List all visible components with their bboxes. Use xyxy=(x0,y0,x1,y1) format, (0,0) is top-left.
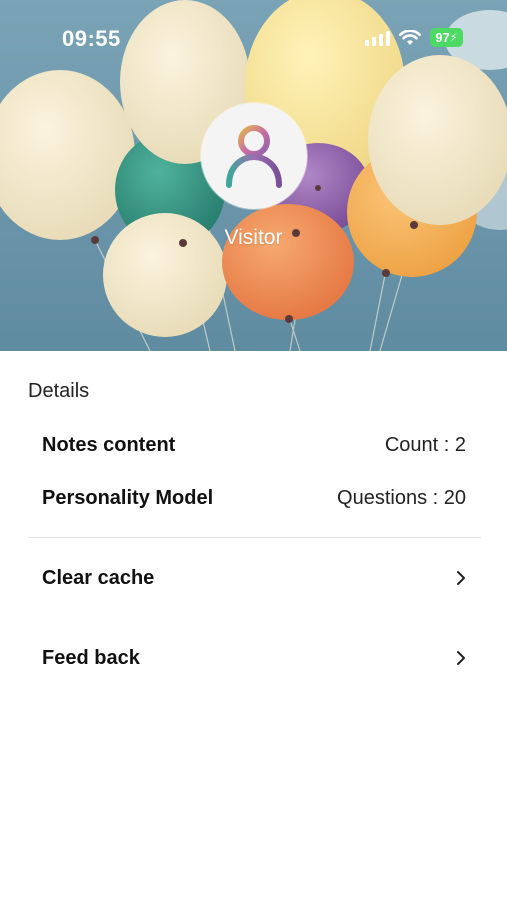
wifi-icon xyxy=(399,29,421,45)
status-bar: 09:55 97 ⚡ xyxy=(0,0,507,70)
detail-value: Count : 2 xyxy=(384,433,466,456)
detail-value: Questions : 20 xyxy=(337,486,466,509)
person-avatar-icon xyxy=(226,125,282,188)
chevron-right-icon xyxy=(457,651,465,665)
divider xyxy=(28,537,481,538)
profile-header: 09:55 97 ⚡ Visitor xyxy=(0,0,507,351)
profile-name: Visitor xyxy=(224,226,283,249)
section-title-details: Details xyxy=(28,380,90,402)
battery-level: 97 xyxy=(435,30,450,45)
menu-item-label: Feed back xyxy=(42,646,140,669)
signal-icon xyxy=(365,30,390,46)
detail-label: Notes content xyxy=(42,433,176,456)
battery-charging-icon: 97 ⚡ xyxy=(430,28,463,47)
detail-label: Personality Model xyxy=(42,486,214,509)
status-time: 09:55 xyxy=(62,26,121,51)
menu-item-feed-back[interactable]: Feed back xyxy=(42,638,466,678)
detail-row-personality-model: Personality Model Questions : 20 xyxy=(42,483,466,513)
detail-row-notes: Notes content Count : 2 xyxy=(42,430,466,460)
avatar[interactable] xyxy=(201,103,307,209)
menu-item-clear-cache[interactable]: Clear cache xyxy=(42,558,466,598)
status-icons: 97 ⚡ xyxy=(365,28,463,47)
menu-item-label: Clear cache xyxy=(42,566,155,589)
chevron-right-icon xyxy=(457,571,465,585)
